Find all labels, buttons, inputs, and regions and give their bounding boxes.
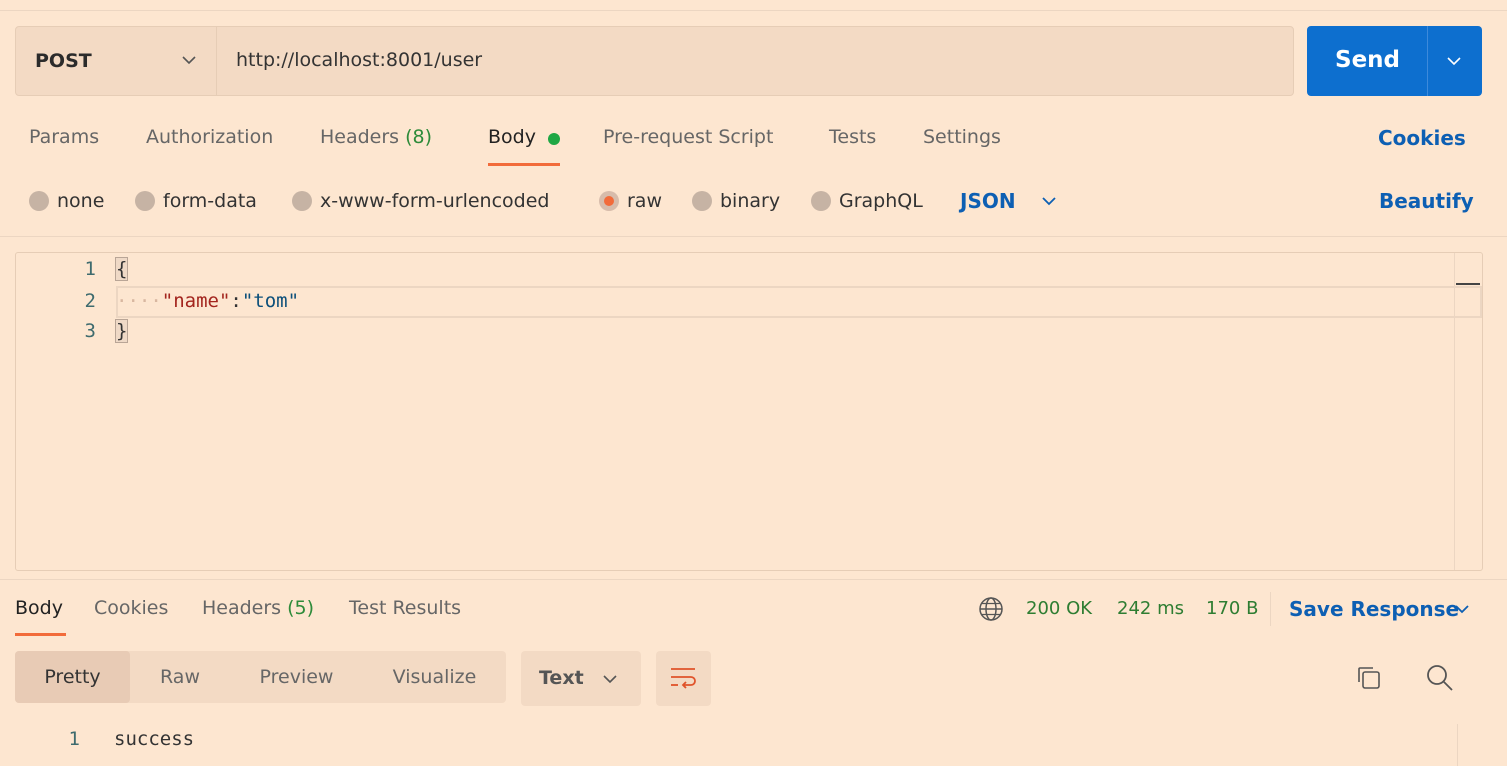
radio-label: x-www-form-urlencoded <box>320 190 550 212</box>
status-code[interactable]: 200 OK <box>1026 598 1092 619</box>
active-tab-underline <box>488 163 560 166</box>
chevron-down-icon <box>603 675 617 684</box>
send-button[interactable]: Send <box>1307 26 1482 96</box>
response-tab-cookies[interactable]: Cookies <box>94 597 168 619</box>
radio-label: none <box>57 190 105 212</box>
open-brace: { <box>114 257 129 281</box>
view-preview[interactable]: Preview <box>230 651 363 703</box>
response-format-select[interactable]: Text <box>521 651 641 706</box>
response-size[interactable]: 170 B <box>1206 598 1258 619</box>
tab-body[interactable]: Body <box>488 126 536 148</box>
response-divider[interactable] <box>0 579 1507 580</box>
tab-headers-label: Headers <box>320 126 400 148</box>
chevron-down-icon[interactable] <box>1040 192 1058 210</box>
tab-settings[interactable]: Settings <box>923 126 1001 148</box>
save-response-button[interactable]: Save Response <box>1289 597 1459 621</box>
tab-pre-request-script[interactable]: Pre-request Script <box>603 126 773 148</box>
wrap-lines-button[interactable] <box>656 651 711 706</box>
response-tab-headers-count: (5) <box>287 597 315 619</box>
response-tab-headers-label: Headers <box>202 597 282 619</box>
tab-headers-count: (8) <box>405 126 433 148</box>
line-number: 1 <box>84 258 96 280</box>
tab-headers[interactable]: Headers (8) <box>320 126 432 148</box>
body-indicator-dot <box>548 133 560 145</box>
response-body-text[interactable]: success <box>114 728 194 750</box>
response-line-number: 1 <box>68 728 80 750</box>
response-tab-body[interactable]: Body <box>15 597 63 619</box>
tab-tests[interactable]: Tests <box>829 126 876 148</box>
method-select[interactable]: POST <box>16 27 217 95</box>
code-line-1: { <box>114 257 129 281</box>
tab-authorization[interactable]: Authorization <box>146 126 273 148</box>
radio-circle-selected <box>599 191 619 211</box>
tab-params[interactable]: Params <box>29 126 99 148</box>
beautify-button[interactable]: Beautify <box>1379 189 1474 213</box>
scrollbar-cursor-mark <box>1456 283 1480 285</box>
response-view-selector: Pretty Raw Preview Visualize <box>15 651 506 703</box>
indent-dots: ···· <box>116 290 162 312</box>
line-number: 3 <box>84 320 96 342</box>
radio-circle <box>811 191 831 211</box>
url-bar: POST <box>15 26 1294 96</box>
search-icon[interactable] <box>1424 662 1456 694</box>
radio-label: raw <box>627 190 662 212</box>
radio-circle <box>692 191 712 211</box>
view-pretty[interactable]: Pretty <box>15 651 130 703</box>
radio-label: form-data <box>163 190 257 212</box>
close-brace: } <box>114 319 129 343</box>
response-format-label: Text <box>539 667 584 689</box>
top-divider <box>0 10 1507 11</box>
copy-icon[interactable] <box>1354 663 1384 693</box>
line-number: 2 <box>84 290 96 312</box>
radio-label: GraphQL <box>839 190 923 212</box>
request-body-editor[interactable]: 1 2 3 { ····"name":"tom" } <box>15 252 1483 571</box>
section-divider <box>0 236 1507 237</box>
response-active-tab-underline <box>15 633 66 636</box>
current-line-highlight <box>116 286 1482 318</box>
code-line-3: } <box>114 319 129 343</box>
send-label: Send <box>1335 47 1401 73</box>
wrap-lines-icon <box>671 668 696 689</box>
view-visualize[interactable]: Visualize <box>363 651 506 703</box>
json-key: "name" <box>161 290 231 312</box>
send-divider <box>1427 26 1428 96</box>
response-scrollbar[interactable] <box>1457 724 1458 766</box>
format-select[interactable]: JSON <box>960 189 1016 213</box>
response-tab-test-results[interactable]: Test Results <box>349 597 461 619</box>
chevron-down-icon <box>182 56 196 65</box>
json-value: "tom" <box>241 290 300 312</box>
response-tab-headers[interactable]: Headers (5) <box>202 597 314 619</box>
chevron-down-icon[interactable] <box>1445 52 1463 70</box>
radio-circle <box>29 191 49 211</box>
radio-label: binary <box>720 190 781 212</box>
globe-icon[interactable] <box>978 596 1004 622</box>
cookies-link[interactable]: Cookies <box>1378 126 1466 150</box>
url-input[interactable] <box>236 49 1276 71</box>
json-colon: : <box>230 290 242 312</box>
response-time[interactable]: 242 ms <box>1117 598 1184 619</box>
chevron-down-icon[interactable] <box>1453 600 1471 618</box>
method-label: POST <box>35 50 92 72</box>
vertical-separator <box>1270 592 1271 626</box>
code-line-2: ····"name":"tom" <box>116 290 299 312</box>
view-raw[interactable]: Raw <box>130 651 230 703</box>
editor-scrollbar[interactable] <box>1454 253 1455 570</box>
radio-circle <box>135 191 155 211</box>
radio-circle <box>292 191 312 211</box>
